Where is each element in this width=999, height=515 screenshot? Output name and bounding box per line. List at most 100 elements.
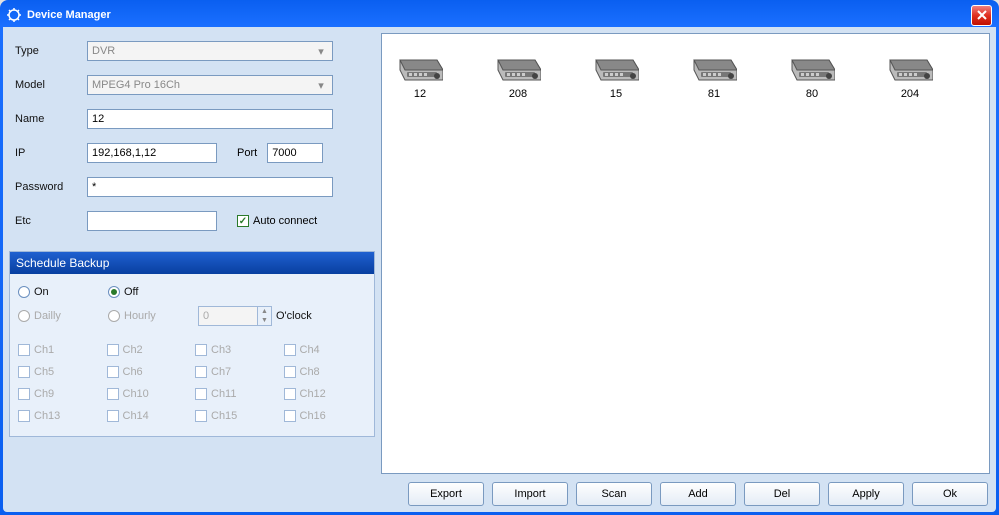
action-buttons: Export Import Scan Add Del Apply Ok [381,482,990,506]
export-button[interactable]: Export [408,482,484,506]
on-label: On [34,286,49,298]
channel-grid: Ch1 Ch2 Ch3 Ch4 Ch5 Ch6 Ch7 Ch8 Ch9 Ch10 Ch11 Ch12 C… [18,344,366,422]
device-item[interactable]: 204 [880,52,940,100]
device-item[interactable]: 80 [782,52,842,100]
titlebar: Device Manager [3,3,996,27]
channel-checkbox[interactable]: Ch11 [195,388,278,400]
channel-label: Ch9 [34,388,54,400]
channel-checkbox[interactable]: Ch12 [284,388,367,400]
type-select[interactable]: DVR ▾ [87,41,333,61]
device-label: 15 [610,88,622,100]
channel-checkbox[interactable]: Ch15 [195,410,278,422]
name-label: Name [15,113,87,125]
schedule-backup-panel: Schedule Backup On Off [9,251,375,437]
channel-checkbox[interactable]: Ch13 [18,410,101,422]
device-manager-window: Device Manager Type DVR ▾ Model MPEG4 Pr… [0,0,999,515]
checkbox-icon [107,388,119,400]
scan-button[interactable]: Scan [576,482,652,506]
channel-checkbox[interactable]: Ch8 [284,366,367,378]
checkbox-icon [284,410,296,422]
channel-checkbox[interactable]: Ch4 [284,344,367,356]
channel-label: Ch1 [34,344,54,356]
ip-label: IP [15,147,87,159]
etc-input[interactable] [87,211,217,231]
device-label: 81 [708,88,720,100]
schedule-title: Schedule Backup [10,252,374,274]
channel-label: Ch14 [123,410,149,422]
window-title: Device Manager [27,9,971,21]
model-label: Model [15,79,87,91]
daily-label: Dailly [34,310,61,322]
channel-label: Ch13 [34,410,60,422]
device-label: 208 [509,88,527,100]
del-button[interactable]: Del [744,482,820,506]
device-label: 12 [414,88,426,100]
off-label: Off [124,286,138,298]
hourly-label: Hourly [124,310,156,322]
channel-checkbox[interactable]: Ch10 [107,388,190,400]
type-label: Type [15,45,87,57]
channel-checkbox[interactable]: Ch3 [195,344,278,356]
checkbox-icon [284,344,296,356]
hour-spinner-buttons[interactable]: ▲ ▼ [258,306,272,326]
device-item[interactable]: 15 [586,52,646,100]
checkbox-icon [18,410,30,422]
checkbox-icon [107,410,119,422]
etc-label: Etc [15,215,87,227]
channel-checkbox[interactable]: Ch14 [107,410,190,422]
channel-checkbox[interactable]: Ch2 [107,344,190,356]
apply-button[interactable]: Apply [828,482,904,506]
checkbox-icon [195,344,207,356]
name-input[interactable] [87,109,333,129]
device-icon [495,52,541,82]
daily-radio[interactable] [18,310,30,322]
schedule-off-radio[interactable] [108,286,120,298]
device-item[interactable]: 208 [488,52,548,100]
close-button[interactable] [971,5,992,26]
device-item[interactable]: 81 [684,52,744,100]
channel-checkbox[interactable]: Ch6 [107,366,190,378]
password-label: Password [15,181,87,193]
checkbox-icon [107,366,119,378]
device-icon [887,52,933,82]
password-input[interactable] [87,177,333,197]
channel-label: Ch3 [211,344,231,356]
client-area: Type DVR ▾ Model MPEG4 Pro 16Ch ▾ Name [3,27,996,512]
hour-spinner-input[interactable] [198,306,258,326]
checkbox-icon [18,344,30,356]
ip-input[interactable] [87,143,217,163]
device-item[interactable]: 12 [390,52,450,100]
channel-checkbox[interactable]: Ch9 [18,388,101,400]
device-icon [593,52,639,82]
channel-label: Ch2 [123,344,143,356]
schedule-on-radio[interactable] [18,286,30,298]
channel-label: Ch4 [300,344,320,356]
left-pane: Type DVR ▾ Model MPEG4 Pro 16Ch ▾ Name [9,33,375,506]
chevron-down-icon: ▾ [314,44,328,58]
device-icon [397,52,443,82]
port-input[interactable] [267,143,323,163]
channel-label: Ch15 [211,410,237,422]
channel-checkbox[interactable]: Ch7 [195,366,278,378]
auto-connect-checkbox[interactable]: ✓ Auto connect [237,215,317,227]
device-form: Type DVR ▾ Model MPEG4 Pro 16Ch ▾ Name [9,33,375,249]
channel-label: Ch10 [123,388,149,400]
gear-icon [7,8,21,22]
channel-checkbox[interactable]: Ch5 [18,366,101,378]
oclock-label: O'clock [276,310,312,322]
ok-button[interactable]: Ok [912,482,988,506]
right-pane: 12 208 15 81 80 204 Export Import Scan A… [381,33,990,506]
model-select[interactable]: MPEG4 Pro 16Ch ▾ [87,75,333,95]
channel-checkbox[interactable]: Ch16 [284,410,367,422]
channel-label: Ch6 [123,366,143,378]
checkbox-icon [18,366,30,378]
model-value: MPEG4 Pro 16Ch [92,79,180,91]
checkbox-icon [18,388,30,400]
import-button[interactable]: Import [492,482,568,506]
add-button[interactable]: Add [660,482,736,506]
channel-label: Ch8 [300,366,320,378]
port-label: Port [237,147,257,159]
channel-checkbox[interactable]: Ch1 [18,344,101,356]
channel-label: Ch11 [211,388,236,400]
hourly-radio[interactable] [108,310,120,322]
